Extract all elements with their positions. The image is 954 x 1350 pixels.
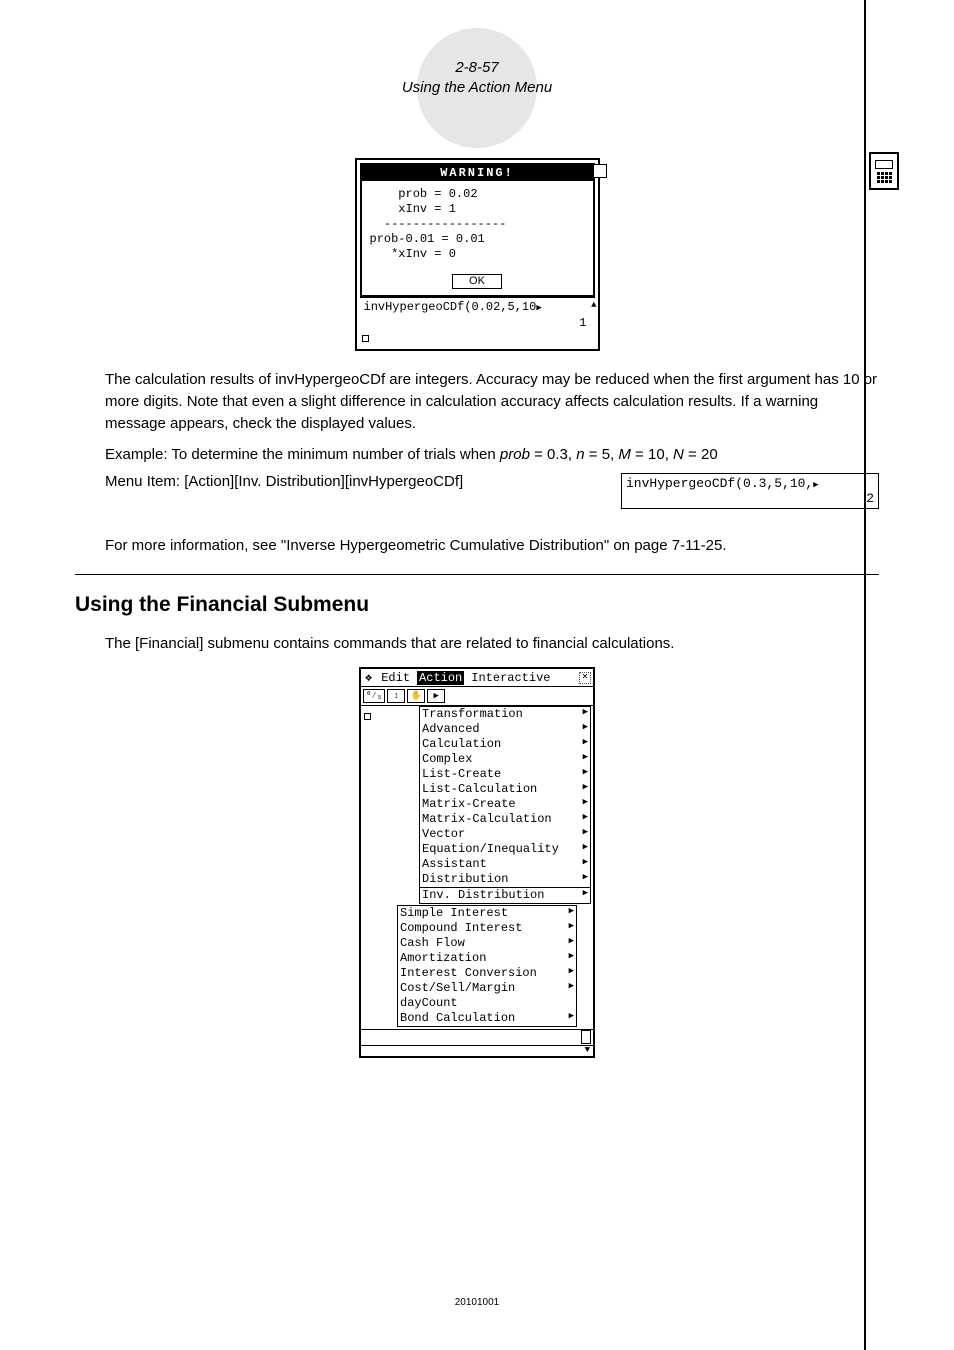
warning-dialog-screenshot: WARNING! ✕ prob = 0.02 xInv = 1 --------… bbox=[355, 158, 600, 351]
action-menu-item: Transformation▶ bbox=[420, 707, 590, 722]
example-line: Example: To determine the minimum number… bbox=[105, 446, 879, 463]
action-menu-item: Calculation▶ bbox=[420, 737, 590, 752]
tool-icon-3: ✋ bbox=[407, 689, 425, 703]
financial-menu-item: Amortization▶ bbox=[398, 951, 576, 966]
close-icon: ✕ bbox=[593, 164, 607, 178]
info-reference: For more information, see "Inverse Hyper… bbox=[105, 537, 879, 554]
page-header: 2-8-57 Using the Action Menu bbox=[75, 28, 879, 108]
cursor-icon bbox=[362, 335, 369, 342]
warning-title: WARNING! bbox=[440, 166, 514, 180]
tool-icon-1: ⁰⁄₅ bbox=[363, 689, 385, 703]
menu-action: Action bbox=[417, 671, 464, 685]
financial-menu-item: Cost/Sell/Margin▶ bbox=[398, 981, 576, 996]
menu-interactive: Interactive bbox=[469, 671, 552, 685]
tool-icon-2: ↕ bbox=[387, 689, 405, 703]
financial-submenu: Simple Interest▶Compound Interest▶Cash F… bbox=[397, 905, 577, 1027]
action-menu-item: Vector▶ bbox=[420, 827, 590, 842]
ok-button: OK bbox=[452, 274, 502, 289]
action-menu-item: Matrix-Calculation▶ bbox=[420, 812, 590, 827]
action-menu-item: Complex▶ bbox=[420, 752, 590, 767]
menu-edit: Edit bbox=[379, 671, 412, 685]
calculator-tab-icon bbox=[869, 152, 899, 190]
cursor-box bbox=[364, 710, 371, 724]
menubar: ❖ Edit Action Interactive ✕ bbox=[361, 669, 593, 687]
financial-menu-item: Bond Calculation▶ bbox=[398, 1011, 576, 1026]
action-menu-item: Distribution▶ bbox=[420, 872, 590, 887]
action-submenu: Transformation▶Advanced▶Calculation▶Comp… bbox=[419, 706, 591, 904]
body-paragraph-1: The calculation results of invHypergeoCD… bbox=[105, 369, 879, 434]
body-paragraph-2: The [Financial] submenu contains command… bbox=[105, 633, 879, 655]
action-menu-item: List-Create▶ bbox=[420, 767, 590, 782]
action-menu-item: Inv. Distribution▶ bbox=[420, 887, 590, 903]
action-menu-item: Advanced▶ bbox=[420, 722, 590, 737]
tool-icon-4: ▶ bbox=[427, 689, 445, 703]
scrollbar bbox=[361, 1029, 593, 1045]
financial-menu-item: Simple Interest▶ bbox=[398, 906, 576, 921]
menubar-close-icon: ✕ bbox=[579, 672, 591, 684]
warning-body: prob = 0.02 xInv = 1 ----------------- p… bbox=[362, 181, 593, 270]
financial-menu-item: dayCount bbox=[398, 996, 576, 1011]
financial-menu-item: Cash Flow▶ bbox=[398, 936, 576, 951]
inline-calc-screenshot: invHypergeoCDf(0.3,5,10,▶ 2 bbox=[621, 473, 879, 509]
page-number: 2-8-57 bbox=[75, 58, 879, 78]
action-menu-item: Matrix-Create▶ bbox=[420, 797, 590, 812]
section-title: Using the Action Menu bbox=[75, 78, 879, 98]
divider bbox=[75, 574, 879, 575]
action-menu-item: List-Calculation▶ bbox=[420, 782, 590, 797]
menu-item-path: Menu Item: [Action][Inv. Distribution][i… bbox=[105, 473, 463, 490]
menu-hat-icon: ❖ bbox=[363, 670, 374, 685]
action-menu-item: Assistant▶ bbox=[420, 857, 590, 872]
calc-expression: invHypergeoCDf(0.02,5,10▶ ▲ bbox=[360, 297, 595, 316]
financial-menu-item: Interest Conversion▶ bbox=[398, 966, 576, 981]
action-menu-item: Equation/Inequality▶ bbox=[420, 842, 590, 857]
menu-screenshot: ❖ Edit Action Interactive ✕ ⁰⁄₅ ↕ ✋ ▶ Tr… bbox=[359, 667, 595, 1058]
footer-date: 20101001 bbox=[0, 1297, 954, 1308]
financial-menu-item: Compound Interest▶ bbox=[398, 921, 576, 936]
toolbar: ⁰⁄₅ ↕ ✋ ▶ bbox=[361, 687, 593, 706]
subsection-heading: Using the Financial Submenu bbox=[75, 593, 879, 617]
calc-result: 1 bbox=[360, 316, 595, 332]
scroll-down-icon: ▼ bbox=[361, 1045, 593, 1056]
